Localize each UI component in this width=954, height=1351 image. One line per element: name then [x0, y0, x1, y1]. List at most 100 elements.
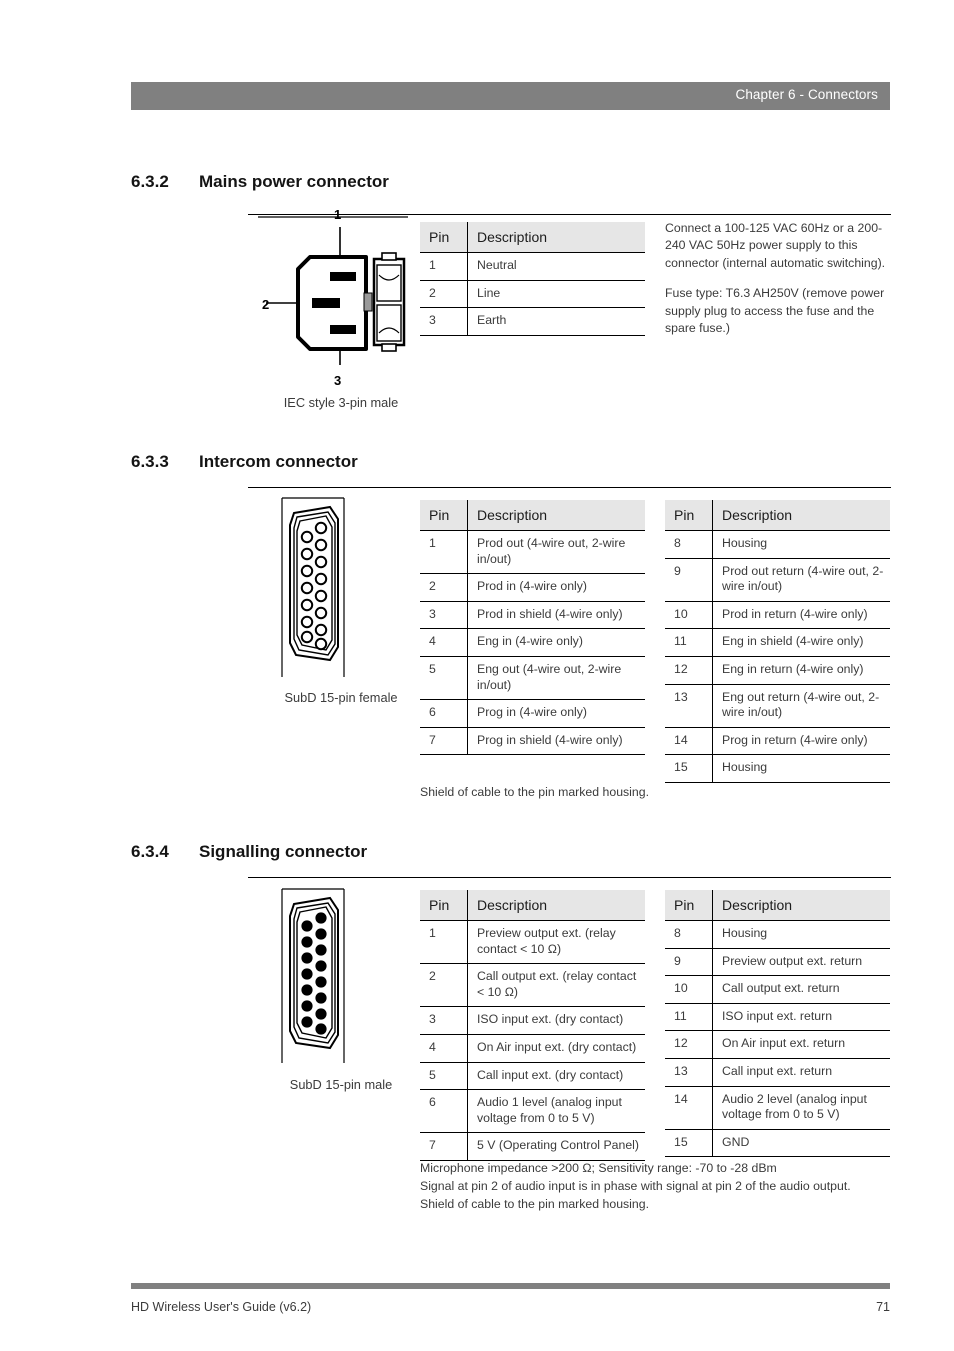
- cell-description: Eng out (4-wire out, 2-wire in/out): [467, 656, 645, 701]
- cell-description: Prod in return (4-wire only): [712, 601, 890, 630]
- footer-page-number: 71: [876, 1300, 890, 1314]
- pin-label-1: 1: [334, 207, 342, 222]
- table-row: 9 Prod out return (4-wire out, 2-wire in…: [665, 558, 890, 602]
- table-row: 6 Audio 1 level (analog input voltage fr…: [420, 1089, 645, 1134]
- cell-pin: 10: [665, 975, 713, 1004]
- cell-pin: 13: [665, 1058, 713, 1087]
- column-header-description: Description: [467, 222, 645, 253]
- iec-connector-drawing: [258, 216, 408, 375]
- cell-pin: 7: [420, 1132, 468, 1162]
- table-row: 12 On Air input ext. return: [665, 1030, 890, 1060]
- subd-15pin-female-drawing: [281, 497, 345, 677]
- cell-pin: 15: [665, 1129, 713, 1158]
- cell-pin: 2: [420, 963, 468, 1008]
- table-row: 8 Housing: [665, 530, 890, 559]
- column-header-pin: Pin: [665, 500, 713, 531]
- cell-description: Preview output ext. return: [712, 948, 890, 977]
- cell-description: Call output ext. (relay contact < 10 Ω): [467, 963, 645, 1008]
- chapter-title: Chapter 6 - Connectors: [735, 87, 878, 102]
- intercom-pin-table-left: Pin Description 1 Prod out (4-wire out, …: [420, 500, 645, 756]
- cell-description: Prog in (4-wire only): [467, 699, 645, 728]
- note-paragraph: Fuse type: T6.3 AH250V (remove power sup…: [665, 286, 885, 336]
- footnote-line: Shield of cable to the pin marked housin…: [420, 785, 650, 799]
- cell-pin: 15: [665, 754, 713, 784]
- note-paragraph: Connect a 100-125 VAC 60Hz or a 200-240 …: [665, 221, 886, 270]
- signalling-pin-table-left: Pin Description 1 Preview output ext. (r…: [420, 890, 645, 1162]
- section-divider: [248, 877, 891, 878]
- cell-pin: 12: [665, 656, 713, 685]
- table-row: 4 On Air input ext. (dry contact): [420, 1034, 645, 1063]
- cell-description: Eng in return (4-wire only): [712, 656, 890, 685]
- table-row: 10 Prod in return (4-wire only): [665, 601, 890, 630]
- cell-pin: 8: [665, 530, 713, 559]
- cell-description: Audio 2 level (analog input voltage from…: [712, 1086, 890, 1130]
- iec-connector-figure: 1 2 3: [258, 207, 408, 388]
- table-row: 15 Housing: [665, 754, 890, 784]
- table-row: 7 Prog in shield (4-wire only): [420, 727, 645, 756]
- table-row: 5 Call input ext. (dry contact): [420, 1062, 645, 1091]
- section-title: Intercom connector: [199, 452, 358, 471]
- table-row: 1 Preview output ext. (relay contact < 1…: [420, 919, 645, 965]
- section-intercom-connector: 6.3.3 Intercom connector: [131, 452, 891, 488]
- table-row: 15 GND: [665, 1129, 890, 1158]
- table-row: 13 Call input ext. return: [665, 1058, 890, 1087]
- cell-description: Call input ext. (dry contact): [467, 1062, 645, 1091]
- footnote-line: Microphone impedance >200 Ω; Sensitivity…: [420, 1161, 777, 1175]
- table-row: 2 Prod in (4-wire only): [420, 573, 645, 602]
- table-row: 11 Eng in shield (4-wire only): [665, 628, 890, 658]
- section-heading: 6.3.4 Signalling connector: [131, 842, 891, 872]
- column-header-description: Description: [467, 890, 645, 921]
- cell-description: Prod in (4-wire only): [467, 573, 645, 602]
- footer-document-title: HD Wireless User's Guide (v6.2): [131, 1300, 312, 1314]
- cell-pin: 2: [420, 280, 468, 309]
- section-number: 6.3.2: [131, 172, 169, 191]
- table-row: 13 Eng out return (4-wire out, 2-wire in…: [665, 684, 890, 728]
- table-row: 6 Prog in (4-wire only): [420, 699, 645, 728]
- table-row: 1 Neutral: [420, 252, 645, 281]
- section-mains-power-connector: 6.3.2 Mains power connector: [131, 172, 891, 215]
- cell-pin: 4: [420, 1034, 468, 1063]
- table-row: 4 Eng in (4-wire only): [420, 628, 645, 658]
- column-header-pin: Pin: [420, 222, 468, 253]
- section-number: 6.3.4: [131, 842, 169, 861]
- table-row: 8 Housing: [665, 920, 890, 949]
- cell-pin: 6: [420, 1089, 468, 1134]
- cell-pin: 9: [665, 558, 713, 602]
- cell-pin: 4: [420, 628, 468, 658]
- section-title: Signalling connector: [199, 842, 368, 861]
- cell-description: GND: [712, 1129, 890, 1158]
- pin-label-2: 2: [262, 297, 270, 312]
- cell-pin: 14: [665, 727, 713, 756]
- cell-pin: 7: [420, 727, 468, 756]
- cell-description: Prod out (4-wire out, 2-wire in/out): [467, 529, 645, 575]
- footnote-line: Signal at pin 2 of audio input is in pha…: [420, 1178, 851, 1193]
- page-header-bar: Chapter 6 - Connectors: [131, 82, 890, 110]
- section-heading: 6.3.2 Mains power connector: [131, 172, 891, 202]
- cell-pin: 2: [420, 573, 468, 602]
- cell-pin: 6: [420, 699, 468, 728]
- cell-description: Call input ext. return: [712, 1058, 890, 1087]
- cell-description: Line: [467, 280, 645, 309]
- table-row: 3 Prod in shield (4-wire only): [420, 601, 645, 630]
- footnote-line: Shield of cable to the pin marked housin…: [420, 1196, 650, 1211]
- signalling-pin-table-right: Pin Description 8 Housing 9 Preview outp…: [665, 890, 890, 1158]
- cell-description: Call output ext. return: [712, 975, 890, 1004]
- cell-pin: 11: [665, 628, 713, 658]
- cell-pin: 9: [665, 948, 713, 977]
- cell-pin: 1: [420, 252, 468, 281]
- cell-description: ISO input ext. (dry contact): [467, 1006, 645, 1036]
- cell-description: Eng in shield (4-wire only): [712, 628, 890, 658]
- cell-description: Prog in return (4-wire only): [712, 727, 890, 756]
- cell-pin: 12: [665, 1030, 713, 1060]
- table-row: 10 Call output ext. return: [665, 975, 890, 1004]
- cell-pin: 10: [665, 601, 713, 630]
- table-row: 12 Eng in return (4-wire only): [665, 656, 890, 685]
- cell-description: 5 V (Operating Control Panel): [467, 1132, 645, 1162]
- table-row: 2 Line: [420, 280, 645, 309]
- mains-power-notes: Connect a 100-125 VAC 60Hz or a 200-240 …: [665, 220, 893, 338]
- cell-pin: 3: [420, 601, 468, 630]
- table-row: 1 Prod out (4-wire out, 2-wire in/out): [420, 529, 645, 575]
- table-row: 14 Prog in return (4-wire only): [665, 727, 890, 756]
- section-number: 6.3.3: [131, 452, 169, 471]
- cell-description: Prog in shield (4-wire only): [467, 727, 645, 756]
